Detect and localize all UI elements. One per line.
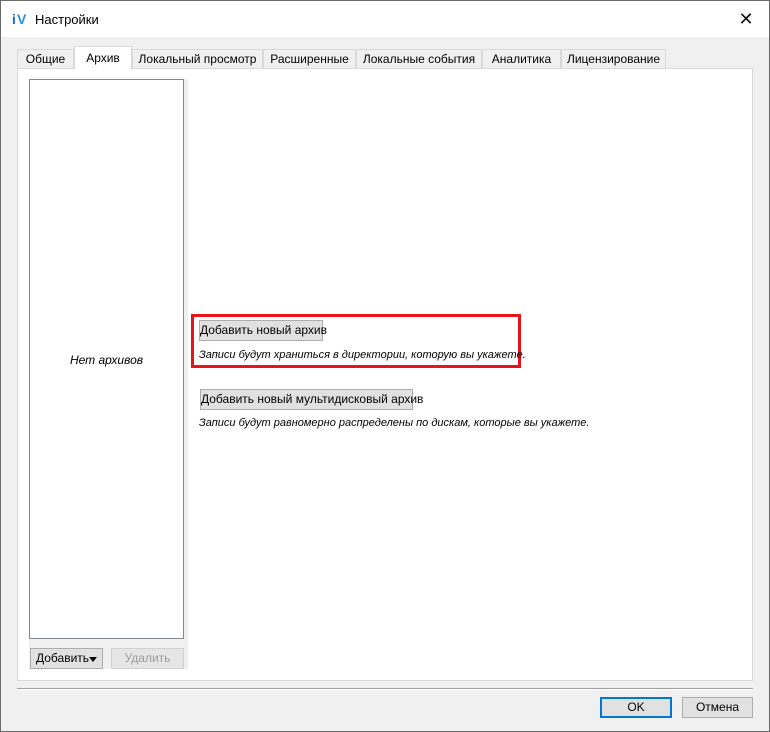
- add-multidisk-archive-button[interactable]: Добавить новый мультидисковый архив: [200, 389, 423, 410]
- svg-text:V: V: [17, 11, 27, 27]
- settings-window: i V Настройки ✕ Общие Архив Локальный пр…: [0, 0, 770, 732]
- archive-list-column: Нет архивов Добавить Удалить: [29, 79, 188, 669]
- close-icon[interactable]: ✕: [723, 1, 769, 37]
- tab-licensing[interactable]: Лицензирование: [561, 49, 666, 69]
- footer-separator: [17, 688, 753, 690]
- archive-list-empty-text: Нет архивов: [69, 353, 144, 367]
- archive-tab-panel: Нет архивов Добавить Удалить Добавить но…: [17, 68, 753, 681]
- add-archive-hint: Записи будут храниться в директории, кот…: [199, 349, 526, 361]
- title-bar[interactable]: i V Настройки ✕: [1, 1, 769, 37]
- add-archive-dropdown-button[interactable]: Добавить: [30, 648, 103, 669]
- tab-local-view[interactable]: Локальный просмотр: [132, 49, 263, 69]
- app-logo-icon: i V: [12, 11, 27, 27]
- ok-button[interactable]: OK: [600, 697, 672, 718]
- add-multidisk-hint: Записи будут равномерно распределены по …: [199, 417, 590, 429]
- tab-analytics[interactable]: Аналитика: [482, 49, 561, 69]
- window-title: Настройки: [35, 12, 99, 27]
- add-new-archive-button[interactable]: Добавить новый архив: [199, 320, 327, 341]
- add-button-label: Добавить: [36, 651, 90, 665]
- delete-archive-button[interactable]: Удалить: [111, 648, 184, 669]
- cancel-button[interactable]: Отмена: [682, 697, 753, 718]
- archive-list[interactable]: Нет архивов: [29, 79, 184, 639]
- tab-local-events[interactable]: Локальные события: [356, 49, 482, 69]
- dropdown-arrow-icon: [89, 657, 97, 662]
- tab-advanced[interactable]: Расширенные: [263, 49, 356, 69]
- svg-text:i: i: [12, 11, 16, 27]
- tab-archive[interactable]: Архив: [74, 46, 132, 70]
- tab-general[interactable]: Общие: [17, 49, 74, 69]
